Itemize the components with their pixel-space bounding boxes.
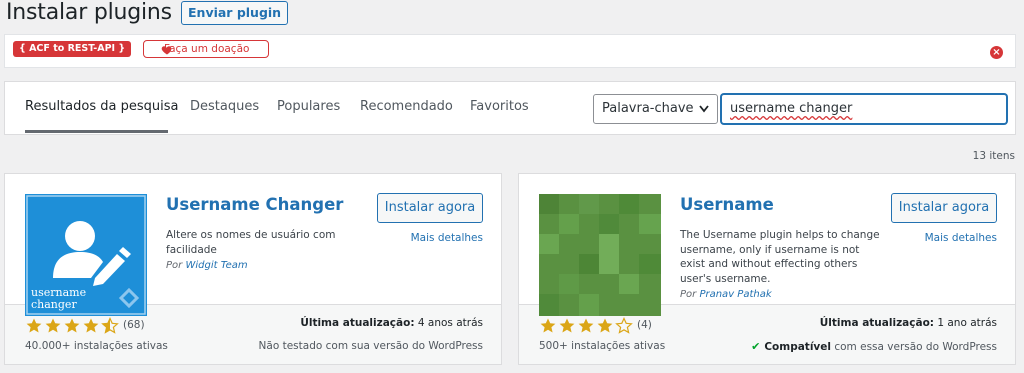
star-filled-icon — [559, 318, 575, 333]
star-filled-icon — [597, 318, 613, 333]
description-text: Altere os nomes de usuário com facilidad… — [166, 229, 336, 256]
author-link[interactable]: Widgit Team — [185, 260, 247, 271]
icon-caption-line2: changer — [31, 298, 77, 311]
username-changer-icon[interactable]: username changer — [25, 194, 147, 316]
compatibility-status: Não testado com sua versão do WordPress — [258, 340, 483, 352]
author-link[interactable]: Pranav Pathak — [699, 289, 771, 300]
compatibility-status: ✔ Compatível com essa versão do WordPress — [751, 340, 997, 353]
description-text: The Username plugin helps to change user… — [680, 229, 880, 285]
plugin-author: Por Widgit Team — [166, 259, 366, 274]
plugin-notice: { ACF to REST-API } Faça um doação × — [4, 34, 1016, 68]
star-rating — [540, 317, 633, 334]
star-filled-icon — [26, 318, 42, 333]
plugin-description: Altere os nomes de usuário com facilidad… — [166, 228, 366, 274]
last-updated-label: Última atualização: — [300, 317, 415, 329]
donate-label: Faça um doação — [164, 43, 250, 55]
plugin-filter-bar: Resultados da pesquisa Destaques Popular… — [4, 81, 1016, 135]
search-input[interactable]: username changer — [721, 94, 1007, 124]
heart-icon — [161, 46, 172, 55]
last-updated-label: Última atualização: — [819, 317, 934, 329]
search-type-select[interactable]: Palavra-chave — [593, 94, 718, 124]
star-empty-icon — [615, 317, 633, 334]
search-input-value: username changer — [730, 101, 853, 116]
acf-badge[interactable]: { ACF to REST-API } — [13, 41, 132, 57]
star-filled-icon — [64, 318, 80, 333]
page-title: Instalar plugins — [6, 0, 172, 25]
more-details-link[interactable]: Mais detalhes — [925, 232, 997, 244]
active-installs: 500+ instalações ativas — [539, 340, 666, 352]
tab-featured[interactable]: Destaques — [190, 99, 259, 114]
checkmark-icon: ✔ — [751, 340, 761, 353]
compat-rest: com essa versão do WordPress — [834, 341, 997, 353]
username-plugin-icon[interactable] — [539, 194, 661, 316]
author-prefix: Por — [680, 289, 697, 300]
plugin-card-username: Username Instalar agora Mais detalhes Th… — [518, 173, 1016, 365]
star-filled-icon — [578, 318, 594, 333]
last-updated-value: 1 ano atrás — [937, 317, 997, 329]
rating-count: (4) — [637, 319, 652, 331]
plugin-description: The Username plugin helps to change user… — [680, 228, 880, 303]
close-icon[interactable]: × — [990, 46, 1003, 59]
tab-favorites[interactable]: Favoritos — [470, 99, 529, 114]
plugin-author: Por Pranav Pathak — [680, 288, 880, 303]
star-filled-icon — [83, 318, 99, 333]
plugin-name-link[interactable]: Username Changer — [166, 195, 343, 214]
star-rating — [26, 317, 119, 334]
plugin-card-username-changer: username changer Username Changer Instal… — [4, 173, 502, 365]
compat-strong: Compatível — [764, 341, 831, 353]
tab-popular[interactable]: Populares — [277, 99, 340, 114]
rating-count: (68) — [123, 319, 145, 331]
install-now-button[interactable]: Instalar agora — [377, 193, 483, 223]
active-installs: 40.000+ instalações ativas — [25, 340, 168, 352]
star-half-icon — [101, 317, 119, 334]
tab-search-results[interactable]: Resultados da pesquisa — [25, 99, 178, 114]
more-details-link[interactable]: Mais detalhes — [411, 232, 483, 244]
last-updated: Última atualização: 4 anos atrás — [300, 317, 483, 329]
last-updated-value: 4 anos atrás — [417, 317, 483, 329]
chevron-down-icon — [698, 95, 710, 134]
star-filled-icon — [45, 318, 61, 333]
star-filled-icon — [540, 318, 556, 333]
donate-button[interactable]: Faça um doação — [143, 40, 269, 58]
install-now-button[interactable]: Instalar agora — [891, 193, 997, 223]
tab-recommended[interactable]: Recomendado — [360, 99, 453, 114]
author-prefix: Por — [166, 260, 183, 271]
plugin-name-link[interactable]: Username — [680, 195, 774, 214]
active-tab-indicator — [25, 130, 168, 133]
upload-plugin-button[interactable]: Enviar plugin — [181, 1, 289, 25]
last-updated: Última atualização: 1 ano atrás — [820, 317, 997, 329]
search-type-value: Palavra-chave — [602, 101, 694, 116]
results-count: 13 itens — [972, 150, 1015, 162]
